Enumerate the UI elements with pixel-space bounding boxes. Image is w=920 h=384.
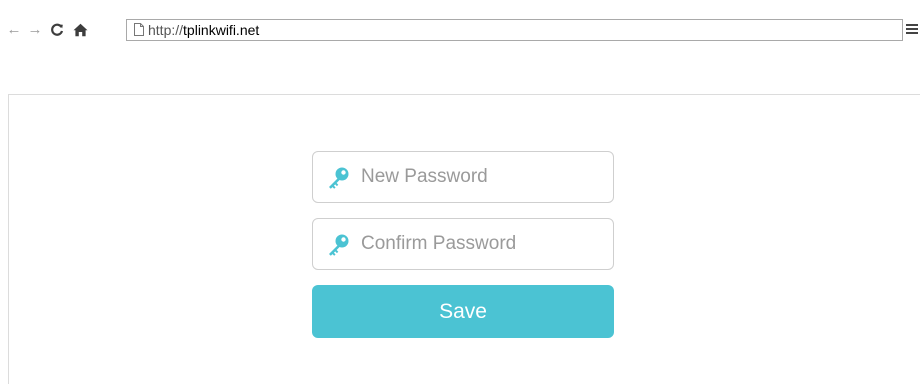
confirm-password-input[interactable] bbox=[361, 219, 606, 269]
key-icon bbox=[329, 234, 349, 256]
forward-arrow-icon[interactable]: → bbox=[27, 21, 43, 39]
reload-icon[interactable] bbox=[48, 21, 66, 39]
menu-icon[interactable] bbox=[906, 24, 918, 36]
key-icon bbox=[329, 167, 349, 189]
url-host: tplinkwifi.net bbox=[183, 22, 260, 38]
page-icon bbox=[134, 23, 144, 36]
home-icon[interactable] bbox=[71, 21, 89, 39]
browser-toolbar: ← → http://tplinkwifi.net bbox=[0, 0, 920, 64]
back-arrow-icon[interactable]: ← bbox=[6, 21, 22, 39]
save-button[interactable]: Save bbox=[312, 285, 614, 338]
url-text: http://tplinkwifi.net bbox=[148, 20, 259, 40]
new-password-input[interactable] bbox=[361, 152, 606, 202]
confirm-password-field[interactable] bbox=[312, 218, 614, 270]
url-prefix: http:// bbox=[148, 22, 184, 38]
new-password-field[interactable] bbox=[312, 151, 614, 203]
address-bar[interactable]: http://tplinkwifi.net bbox=[126, 19, 903, 41]
